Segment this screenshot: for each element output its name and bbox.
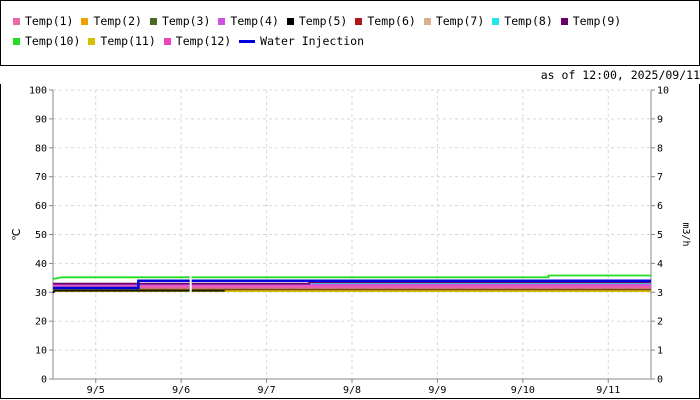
y2-tick-label: 0 (657, 375, 663, 386)
y2-tick-label: 6 (657, 201, 663, 212)
y-tick-label: 20 (35, 317, 47, 328)
y-tick-label: 0 (41, 375, 47, 386)
y-tick-label: 50 (35, 230, 47, 241)
y-tick-label: 70 (35, 172, 47, 183)
y-tick-label: 10 (35, 346, 47, 357)
y2-tick-label: 9 (657, 114, 663, 125)
y-tick-label: 80 (35, 143, 47, 154)
data-gap (189, 269, 192, 299)
x-tick-label: 9/8 (343, 385, 361, 396)
chart-svg: 0 10 20 30 40 50 60 70 80 90 100 0 1 2 3 4 5 6 7 8 9 10 9/5 9/6… (10, 86, 691, 397)
x-tick-label: 9/11 (596, 385, 620, 396)
y-tick-label: 100 (29, 86, 47, 97)
x-tick-label: 9/10 (511, 385, 535, 396)
y2-axis-title: m3/h (680, 222, 691, 246)
y2-tick-label: 5 (657, 230, 663, 241)
y-axis-title: ℃ (10, 228, 23, 240)
y-tick-label: 30 (35, 288, 47, 299)
y2-tick-label: 4 (657, 259, 663, 270)
x-tick-label: 9/6 (172, 385, 190, 396)
y-tick-label: 90 (35, 114, 47, 125)
y2-tick-label: 1 (657, 346, 663, 357)
y-tick-label: 40 (35, 259, 47, 270)
x-tick-label: 9/5 (87, 385, 105, 396)
y2-tick-label: 7 (657, 172, 663, 183)
y2-tick-label: 3 (657, 288, 663, 299)
y2-tick-label: 2 (657, 317, 663, 328)
y2-tick-label: 8 (657, 143, 663, 154)
x-tick-label: 9/9 (428, 385, 446, 396)
x-tick-label: 9/7 (258, 385, 276, 396)
y-tick-label: 60 (35, 201, 47, 212)
y2-tick-label: 10 (657, 86, 669, 97)
